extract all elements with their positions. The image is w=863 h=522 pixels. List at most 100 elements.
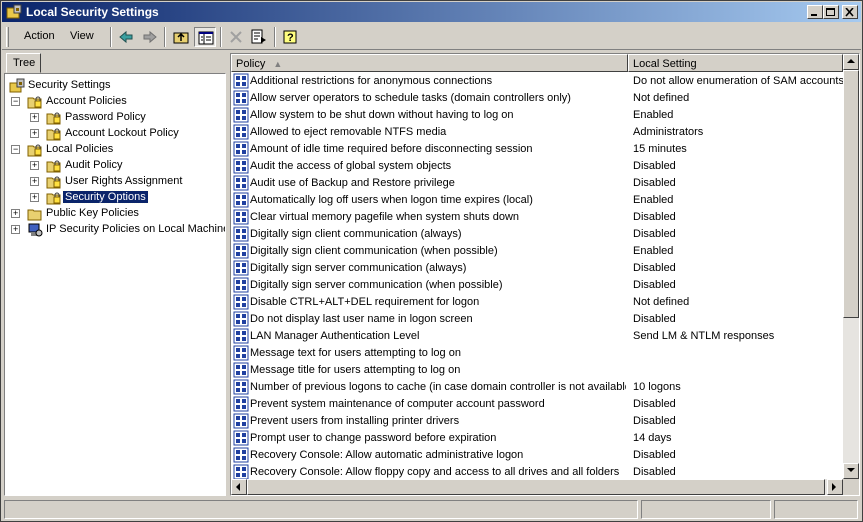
scroll-up-button[interactable] (843, 54, 859, 70)
expander-glyph: − (13, 96, 19, 106)
table-row[interactable]: Additional restrictions for anonymous co… (231, 73, 843, 90)
tree-item-label[interactable]: Security Options (62, 190, 149, 204)
policy-name: Disable CTRL+ALT+DEL requirement for log… (250, 296, 480, 308)
export-list-button[interactable] (248, 27, 270, 47)
table-row[interactable]: Disable CTRL+ALT+DEL requirement for log… (231, 294, 843, 311)
expand-icon[interactable]: + (30, 112, 39, 122)
table-row[interactable]: Allow system to be shut down without hav… (231, 107, 843, 124)
minimize-button[interactable] (807, 5, 823, 19)
horizontal-scrollbar[interactable] (231, 479, 843, 495)
tree-item-label[interactable]: Public Key Policies (44, 207, 141, 219)
policy-local-setting: 14 days (633, 432, 672, 444)
expand-icon[interactable]: + (30, 128, 39, 138)
table-row[interactable]: Digitally sign client communication (alw… (231, 226, 843, 243)
table-row[interactable]: Automatically log off users when logon t… (231, 192, 843, 209)
policy-item-icon (233, 379, 249, 395)
table-row[interactable]: Digitally sign server communication (alw… (231, 260, 843, 277)
horizontal-scroll-thumb[interactable] (247, 479, 825, 495)
tree-pane: Security Settings − Account Policies + Passw… (4, 73, 226, 496)
main-window: Local Security Settings Action View ? Tr… (0, 0, 863, 522)
table-row[interactable]: Clear virtual memory pagefile when syste… (231, 209, 843, 226)
tree-item[interactable]: + Public Key Policies (5, 206, 225, 222)
menu-toolbar: Action View ? (2, 24, 861, 50)
menu-view[interactable]: View (70, 30, 94, 42)
forward-button[interactable] (139, 27, 161, 47)
tree-item[interactable]: + User Rights Assignment (5, 174, 225, 190)
tree-item-label[interactable]: Account Policies (44, 95, 129, 107)
show-hide-tree-button[interactable] (194, 27, 216, 47)
policy-item-icon (233, 107, 249, 123)
collapse-icon[interactable]: − (11, 96, 20, 106)
back-button[interactable] (115, 27, 137, 47)
policy-item-icon (233, 192, 249, 208)
table-row[interactable]: LAN Manager Authentication Level Send LM … (231, 328, 843, 345)
tree-item-label[interactable]: IP Security Policies on Local Machine (44, 223, 225, 235)
help-button[interactable]: ? (279, 27, 301, 47)
table-row[interactable]: Allow server operators to schedule tasks… (231, 90, 843, 107)
up-one-level-button[interactable] (170, 27, 192, 47)
toolbar-grip[interactable] (6, 27, 9, 47)
table-row[interactable]: Digitally sign server communication (whe… (231, 277, 843, 294)
tree-item-label[interactable]: Security Settings (26, 79, 113, 91)
expand-icon[interactable]: + (30, 160, 39, 170)
tree-item-label[interactable]: User Rights Assignment (63, 175, 184, 187)
expand-icon[interactable]: + (30, 176, 39, 186)
scroll-down-button[interactable] (843, 463, 859, 479)
close-button[interactable] (842, 5, 858, 19)
table-row[interactable]: Prevent users from installing printer dr… (231, 413, 843, 430)
tree-item[interactable]: + Audit Policy (5, 158, 225, 174)
toolbar-separator (274, 27, 276, 47)
table-row[interactable]: Recovery Console: Allow automatic admini… (231, 447, 843, 464)
policy-local-setting: Disabled (633, 313, 676, 325)
tree-item[interactable]: − Account Policies (5, 94, 225, 110)
table-row[interactable]: Message title for users attempting to lo… (231, 362, 843, 379)
tab-tree[interactable]: Tree (6, 53, 41, 73)
tree-item-label[interactable]: Password Policy (63, 111, 148, 123)
table-row[interactable]: Prompt user to change password before ex… (231, 430, 843, 447)
policy-name: Prompt user to change password before ex… (250, 432, 497, 444)
table-row[interactable]: Audit the access of global system object… (231, 158, 843, 175)
tree-item[interactable]: + Account Lockout Policy (5, 126, 225, 142)
tree-item-label[interactable]: Audit Policy (63, 159, 124, 171)
expander-glyph: + (32, 112, 38, 122)
table-row[interactable]: Message text for users attempting to log… (231, 345, 843, 362)
policy-local-setting: Not defined (633, 92, 690, 104)
table-row[interactable]: Digitally sign client communication (whe… (231, 243, 843, 260)
status-cell-secondary (641, 500, 771, 519)
column-header-local-setting[interactable]: Local Setting (628, 54, 843, 72)
tree-item-label[interactable]: Local Policies (44, 143, 115, 155)
expand-icon[interactable]: + (11, 208, 20, 218)
vertical-scrollbar[interactable] (843, 54, 859, 479)
expand-icon[interactable]: + (11, 224, 20, 234)
folder-icon (27, 206, 43, 222)
tree-item[interactable]: + IP Security Policies on Local Machine (5, 222, 225, 238)
scroll-right-button[interactable] (827, 479, 843, 495)
tree-item-label[interactable]: Account Lockout Policy (63, 127, 181, 139)
folder-lock-icon (46, 158, 62, 174)
table-row[interactable]: Number of previous logons to cache (in c… (231, 379, 843, 396)
table-row[interactable]: Prevent system maintenance of computer a… (231, 396, 843, 413)
folder-lock-icon (46, 126, 62, 142)
title-bar[interactable]: Local Security Settings (2, 2, 861, 22)
policy-item-icon (233, 362, 249, 378)
collapse-icon[interactable]: − (11, 144, 20, 154)
tree-item[interactable]: + Password Policy (5, 110, 225, 126)
delete-button[interactable] (225, 27, 247, 47)
table-row[interactable]: Do not display last user name in logon s… (231, 311, 843, 328)
tree-item[interactable]: Security Settings (5, 78, 225, 94)
tree-item[interactable]: − Local Policies (5, 142, 225, 158)
ip-security-icon (27, 222, 43, 238)
table-row[interactable]: Allowed to eject removable NTFS media Adm… (231, 124, 843, 141)
expander-glyph: + (13, 224, 19, 234)
maximize-button[interactable] (823, 5, 839, 19)
tree-item[interactable]: + Security Options (5, 190, 225, 206)
policy-local-setting: Disabled (633, 160, 676, 172)
expand-icon[interactable]: + (30, 192, 39, 202)
vertical-scroll-thumb[interactable] (843, 70, 859, 318)
table-row[interactable]: Amount of idle time required before disc… (231, 141, 843, 158)
scroll-left-button[interactable] (231, 479, 247, 495)
menu-action[interactable]: Action (24, 30, 55, 42)
column-header-policy[interactable]: Policy ▲ (231, 54, 628, 72)
table-row[interactable]: Audit use of Backup and Restore privileg… (231, 175, 843, 192)
policy-item-icon (233, 396, 249, 412)
